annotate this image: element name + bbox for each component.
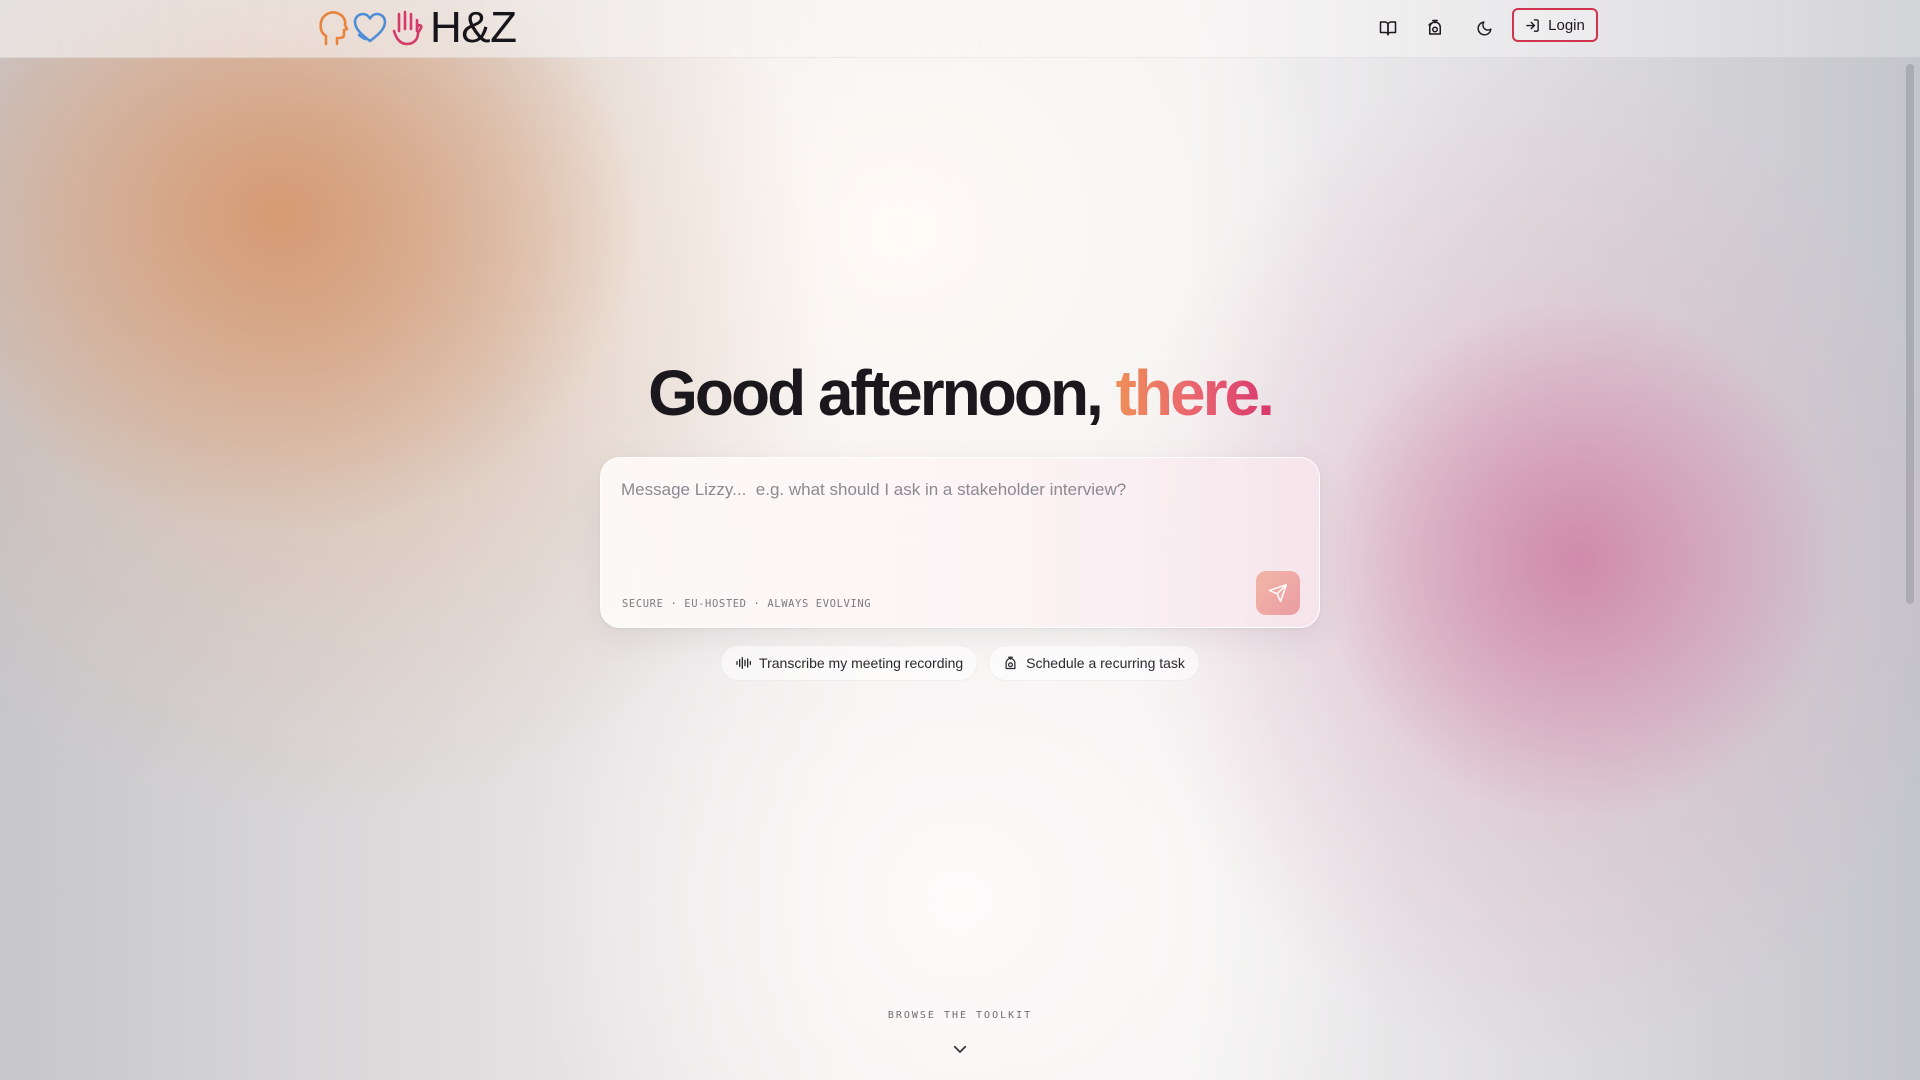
brand-logo[interactable]: H&Z [318,3,517,52]
heart-icon [353,12,387,43]
suggestion-chip-label: Transcribe my meeting recording [759,655,964,671]
theme-toggle-button[interactable] [1470,14,1498,42]
timer-icon [1428,19,1441,35]
message-input[interactable] [621,480,1281,570]
send-icon [1268,583,1288,603]
log-in-icon [1526,18,1539,32]
browse-toolkit-label: BROWSE THE TOOLKIT [887,1010,1033,1021]
greeting-heading: Good afternoon, there. [0,356,1920,430]
moon-icon [1477,20,1492,35]
audio-waveform-icon [736,657,752,669]
raised-hand-icon [392,10,423,46]
suggestion-chips: Transcribe my meeting recording Schedule… [0,645,1920,681]
suggestion-chip-schedule[interactable]: Schedule a recurring task [988,645,1200,681]
login-label: Login [1548,16,1585,34]
message-composer: SECURE · EU-HOSTED · ALWAYS EVOLVING [600,457,1320,628]
suggestion-chip-transcribe[interactable]: Transcribe my meeting recording [720,645,979,681]
logo-wordmark: H&Z [430,3,517,52]
logo-marks [318,9,424,47]
greeting-name: there. [1115,357,1275,429]
composer-footnote: SECURE · EU-HOSTED · ALWAYS EVOLVING [622,598,872,610]
scrollbar-thumb[interactable] [1906,64,1914,604]
greeting-text: Good afternoon, [648,357,1116,429]
scheduled-tasks-button[interactable] [1421,14,1449,42]
head-profile-icon [319,11,349,46]
send-button[interactable] [1256,571,1300,615]
docs-button[interactable] [1374,14,1402,42]
suggestion-chip-label: Schedule a recurring task [1026,655,1185,671]
book-open-icon [1379,21,1397,36]
top-bar: H&Z Login [0,0,1920,58]
login-button[interactable]: Login [1512,8,1598,42]
timer-icon [1005,656,1016,669]
chevron-down-icon[interactable] [951,1040,969,1058]
